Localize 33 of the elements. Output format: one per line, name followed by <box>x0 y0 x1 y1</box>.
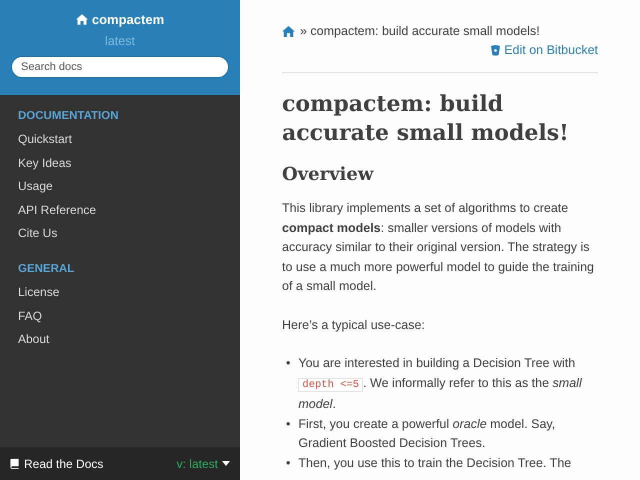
breadcrumb-current: » compactem: build accurate small models! <box>300 24 540 38</box>
nav-link[interactable]: Quickstart <box>18 128 72 152</box>
page-title: compactem: build accurate small models! <box>282 90 570 148</box>
project-home-link[interactable]: compactem <box>76 12 164 27</box>
nav-link[interactable]: API Reference <box>18 198 96 222</box>
footer-label: Read the Docs <box>24 456 104 470</box>
paragraph: Here’s a typical use-case: <box>282 316 426 334</box>
bullet-marker: • <box>286 416 290 432</box>
search-field[interactable]: Search docs <box>11 56 229 78</box>
list-item: You are interested in building a Decision Tree with depth <=5 . We informally refer to this as the small model. <box>298 355 583 413</box>
bullet-marker: • <box>286 454 290 472</box>
nav-link[interactable]: About <box>18 328 50 352</box>
section-heading: Overview <box>282 164 375 185</box>
edit-link[interactable]: Edit on Bitbucket <box>491 43 598 57</box>
nav-link[interactable]: FAQ <box>18 304 42 328</box>
nav-link[interactable]: Cite Us <box>18 222 58 246</box>
list-item: Then, you use this to train the Decision Tree. The <box>298 454 572 472</box>
nav-link[interactable]: Key Ideas <box>18 152 72 176</box>
nav-link[interactable]: Usage <box>18 175 53 199</box>
home-icon <box>76 14 88 25</box>
nav-link[interactable]: License <box>18 280 60 305</box>
bullet-marker: • <box>286 355 290 372</box>
bucket-icon <box>491 44 500 56</box>
caret-icon <box>222 461 230 466</box>
paragraph: This library implements a set of algorithms to create compact models: smaller versions of models with accuracy similar to their original version. The strategy is to use a much more powerful model to guide the training of a small model. <box>282 200 595 295</box>
list-item: First, you create a powerful oracle model. Say, Gradient Boosted Decision Trees. <box>298 416 556 452</box>
versions-bar[interactable]: Read the Docs v: latest <box>0 447 240 480</box>
nav-caption: GENERAL <box>18 262 74 275</box>
version-label: latest <box>105 34 135 48</box>
book-icon <box>10 458 20 469</box>
current-version: v: latest <box>176 456 218 470</box>
home-icon[interactable] <box>282 26 295 36</box>
nav-caption: DOCUMENTATION <box>18 110 119 122</box>
